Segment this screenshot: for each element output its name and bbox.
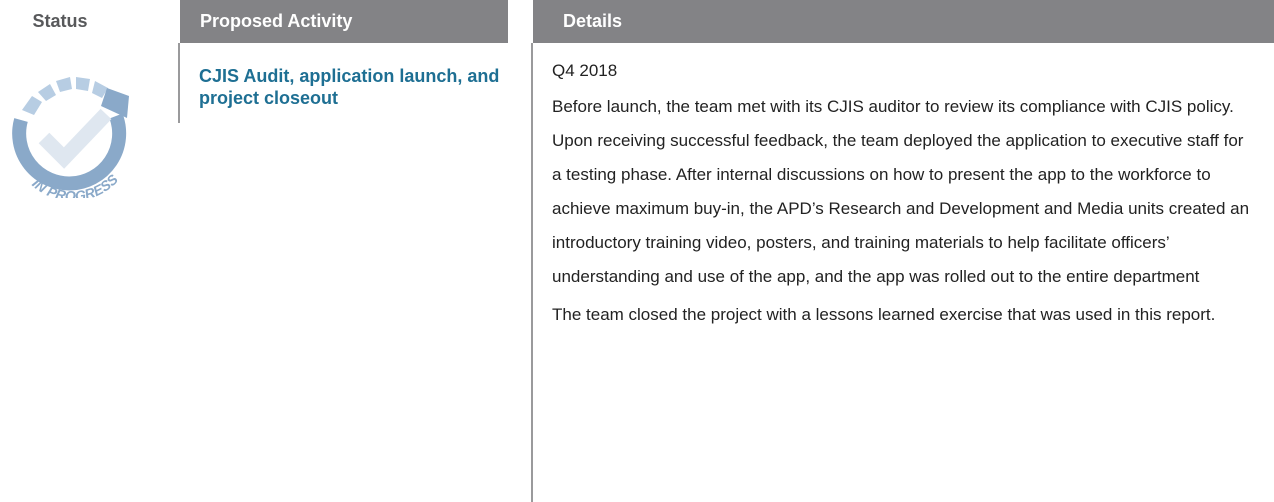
status-column-header: Status <box>32 11 88 31</box>
activity-column-rule <box>178 43 180 123</box>
in-progress-check-icon: IN PROGRESS <box>12 77 129 204</box>
details-column-rule <box>531 43 533 502</box>
activity-column-header: Proposed Activity <box>180 0 508 43</box>
details-column-header: Details <box>533 0 1274 43</box>
details-paragraph-closeout: The team closed the project with a lesso… <box>552 305 1216 324</box>
details-date: Q4 2018 <box>552 61 618 80</box>
details-body: Q4 2018 Before launch, the team met with… <box>552 54 1252 332</box>
in-progress-icon: IN PROGRESS <box>4 48 144 204</box>
proposed-activity-title: CJIS Audit, application launch, and proj… <box>199 66 500 108</box>
details-paragraph-launch: Before launch, the team met with its CJI… <box>552 97 1250 286</box>
